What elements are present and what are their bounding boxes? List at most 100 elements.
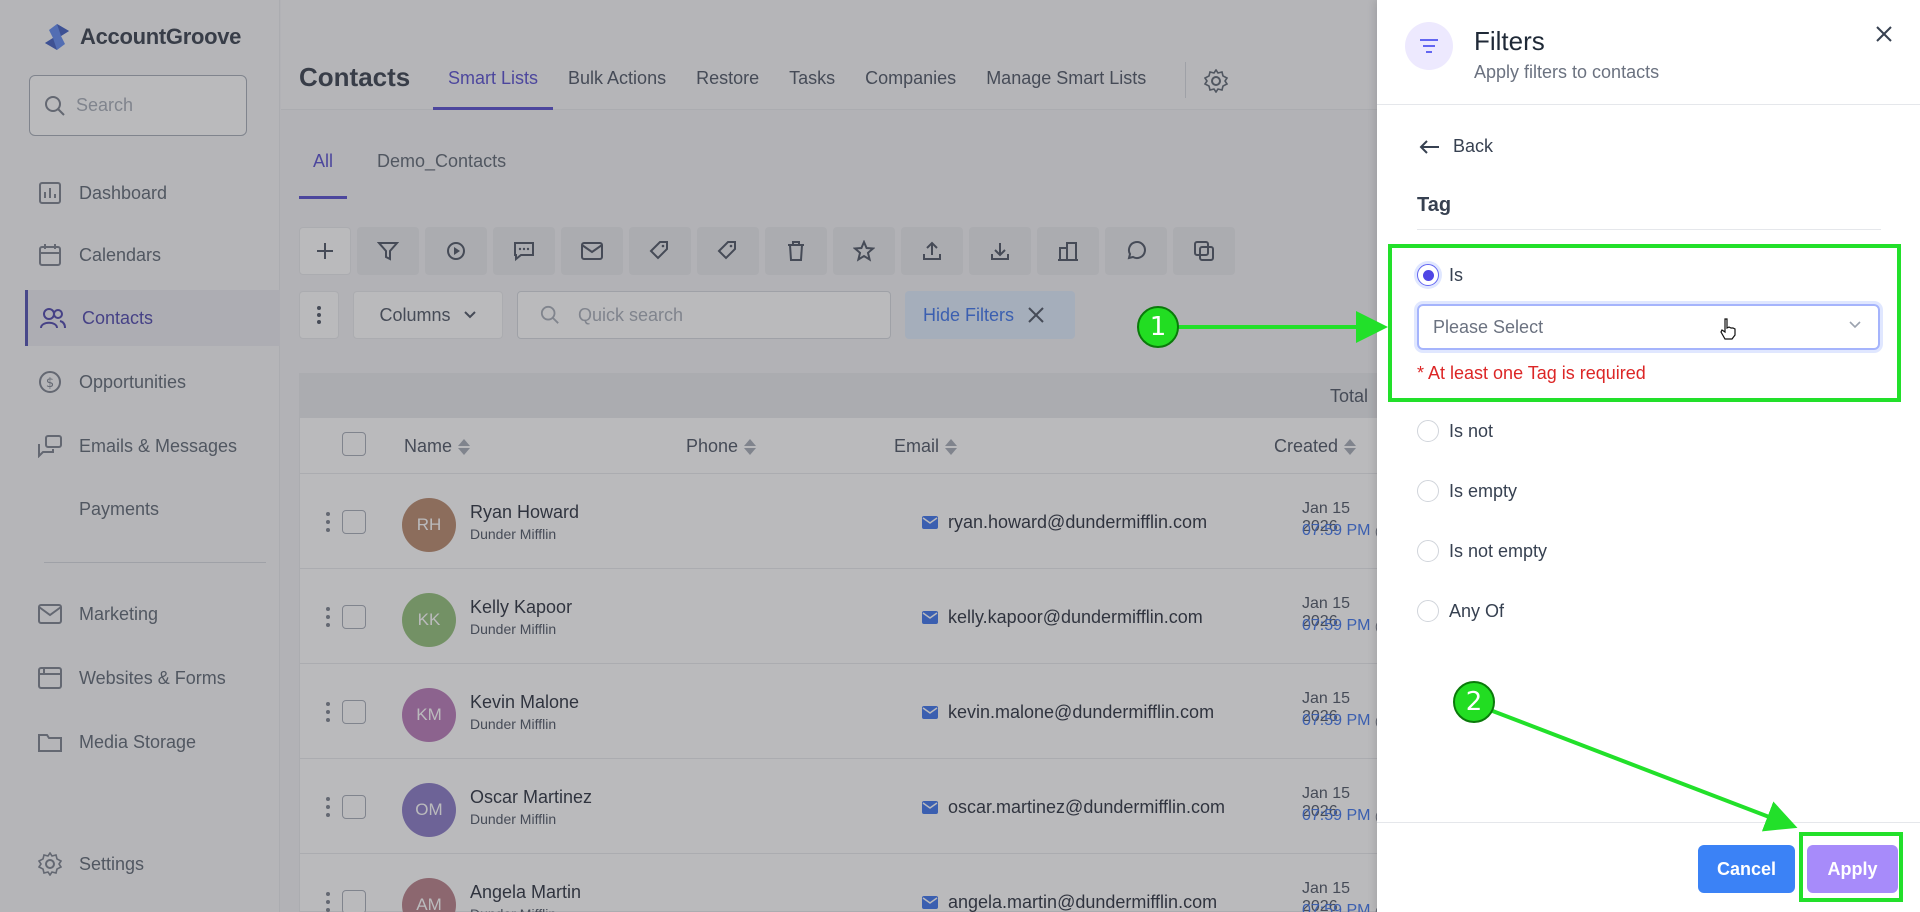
tag-select-dropdown[interactable]: Please Select	[1417, 304, 1880, 350]
automation-button[interactable]	[425, 227, 487, 275]
contact-name[interactable]: Kelly Kapoor	[470, 597, 572, 618]
option-any-of[interactable]: Any Of	[1417, 600, 1504, 622]
option-is-not[interactable]: Is not	[1417, 420, 1493, 442]
add-tag-button[interactable]	[629, 227, 691, 275]
avatar: KK	[402, 593, 456, 647]
table-row[interactable]: AM Angela Martin Dunder Mifflin angela.m…	[300, 854, 1397, 912]
column-header-created[interactable]: Created	[1274, 436, 1357, 457]
add-contact-button[interactable]	[299, 227, 351, 275]
sidebar-item-opportunities[interactable]: $ Opportunities	[25, 354, 280, 410]
column-header-email[interactable]: Email	[894, 436, 958, 457]
search-icon	[45, 95, 65, 116]
contact-email[interactable]: kelly.kapoor@dundermifflin.com	[922, 607, 1203, 628]
contact-name[interactable]: Angela Martin	[470, 882, 581, 903]
option-is-not-empty[interactable]: Is not empty	[1417, 540, 1547, 562]
sidebar-item-payments[interactable]: Payments	[25, 481, 280, 537]
contact-email[interactable]: kevin.malone@dundermifflin.com	[922, 702, 1214, 723]
duplicate-button[interactable]	[1173, 227, 1235, 275]
row-kebab-icon[interactable]	[326, 512, 330, 532]
sidebar-item-emails-messages[interactable]: Emails & Messages	[25, 418, 280, 474]
sidebar-item-contacts[interactable]: Contacts	[25, 290, 280, 346]
apply-button[interactable]: Apply	[1807, 845, 1898, 893]
column-header-phone[interactable]: Phone	[686, 436, 757, 457]
columns-label: Columns	[379, 304, 451, 325]
more-options-button[interactable]	[299, 291, 339, 339]
subtab-demo-contacts[interactable]: Demo_Contacts	[363, 145, 520, 199]
sidebar-item-label: Contacts	[82, 307, 154, 328]
page-title: Contacts	[299, 62, 411, 92]
remove-tag-button[interactable]	[697, 227, 759, 275]
row-checkbox[interactable]	[342, 700, 366, 724]
smart-list-tabs: All Demo_Contacts	[299, 145, 536, 199]
export-button[interactable]	[901, 227, 963, 275]
sidebar-item-settings[interactable]: Settings	[25, 836, 280, 892]
contact-name[interactable]: Ryan Howard	[470, 502, 579, 523]
table-row[interactable]: OM Oscar Martinez Dunder Mifflin oscar.m…	[300, 759, 1397, 854]
row-kebab-icon[interactable]	[326, 892, 330, 912]
close-panel-button[interactable]	[1870, 20, 1898, 48]
sidebar-item-calendars[interactable]: Calendars	[25, 227, 280, 283]
contact-company: Dunder Mifflin	[470, 621, 557, 637]
contact-company: Dunder Mifflin	[470, 906, 556, 912]
radio[interactable]	[1417, 540, 1439, 562]
column-header-name[interactable]: Name	[404, 436, 471, 457]
sidebar-item-dashboard[interactable]: Dashboard	[25, 165, 280, 221]
columns-dropdown[interactable]: Columns	[353, 291, 503, 339]
company-button[interactable]	[1037, 227, 1099, 275]
option-is-empty[interactable]: Is empty	[1417, 480, 1517, 502]
cancel-button[interactable]: Cancel	[1698, 845, 1795, 893]
contact-name[interactable]: Kevin Malone	[470, 692, 579, 713]
gear-icon	[1204, 69, 1228, 93]
mail-icon	[922, 801, 938, 814]
radio[interactable]	[1417, 600, 1439, 622]
settings-gear-button[interactable]	[1201, 66, 1231, 96]
table-row[interactable]: RH Ryan Howard Dunder Mifflin ryan.howar…	[300, 474, 1397, 569]
row-kebab-icon[interactable]	[326, 607, 330, 627]
quick-search-input[interactable]: Quick search	[517, 291, 891, 339]
radio-selected[interactable]	[1417, 264, 1439, 286]
tab-tasks[interactable]: Tasks	[774, 62, 850, 110]
radio[interactable]	[1417, 480, 1439, 502]
row-kebab-icon[interactable]	[326, 797, 330, 817]
option-is[interactable]: Is	[1417, 264, 1463, 286]
radio[interactable]	[1417, 420, 1439, 442]
import-button[interactable]	[969, 227, 1031, 275]
filter-icon	[377, 242, 399, 261]
row-checkbox[interactable]	[342, 605, 366, 629]
contact-company: Dunder Mifflin	[470, 811, 557, 827]
contact-email[interactable]: angela.martin@dundermifflin.com	[922, 892, 1217, 912]
sidebar-item-websites-forms[interactable]: Websites & Forms	[25, 650, 280, 706]
select-all-checkbox[interactable]	[342, 432, 366, 456]
whatsapp-icon	[1127, 241, 1146, 260]
contact-email[interactable]: oscar.martinez@dundermifflin.com	[922, 797, 1225, 818]
email-button[interactable]	[561, 227, 623, 275]
tab-companies[interactable]: Companies	[850, 62, 971, 110]
brand-logo[interactable]: AccountGroove	[42, 22, 241, 52]
sms-button[interactable]	[493, 227, 555, 275]
sort-icon	[1344, 438, 1357, 455]
hide-filters-button[interactable]: Hide Filters	[905, 291, 1075, 339]
tab-manage-smart-lists[interactable]: Manage Smart Lists	[971, 62, 1161, 110]
contact-name[interactable]: Oscar Martinez	[470, 787, 592, 808]
tab-smart-lists[interactable]: Smart Lists	[433, 62, 554, 110]
delete-button[interactable]	[765, 227, 827, 275]
row-checkbox[interactable]	[342, 890, 366, 912]
tab-bulk-actions[interactable]: Bulk Actions	[553, 62, 681, 110]
sidebar-item-media-storage[interactable]: Media Storage	[25, 714, 280, 770]
table-row[interactable]: KK Kelly Kapoor Dunder Mifflin kelly.kap…	[300, 569, 1397, 664]
back-button[interactable]: Back	[1419, 136, 1493, 157]
sidebar-item-marketing[interactable]: Marketing	[25, 586, 280, 642]
row-kebab-icon[interactable]	[326, 702, 330, 722]
contact-email[interactable]: ryan.howard@dundermifflin.com	[922, 512, 1207, 533]
review-request-button[interactable]	[833, 227, 895, 275]
row-checkbox[interactable]	[342, 510, 366, 534]
filter-button[interactable]	[357, 227, 419, 275]
tab-restore[interactable]: Restore	[681, 62, 774, 110]
whatsapp-button[interactable]	[1105, 227, 1167, 275]
subtab-all[interactable]: All	[299, 145, 348, 199]
table-row[interactable]: KM Kevin Malone Dunder Mifflin kevin.mal…	[300, 664, 1397, 759]
sidebar-search-input[interactable]: Search	[29, 75, 247, 136]
copy-icon	[1194, 241, 1214, 261]
mail-icon	[922, 706, 938, 719]
row-checkbox[interactable]	[342, 795, 366, 819]
